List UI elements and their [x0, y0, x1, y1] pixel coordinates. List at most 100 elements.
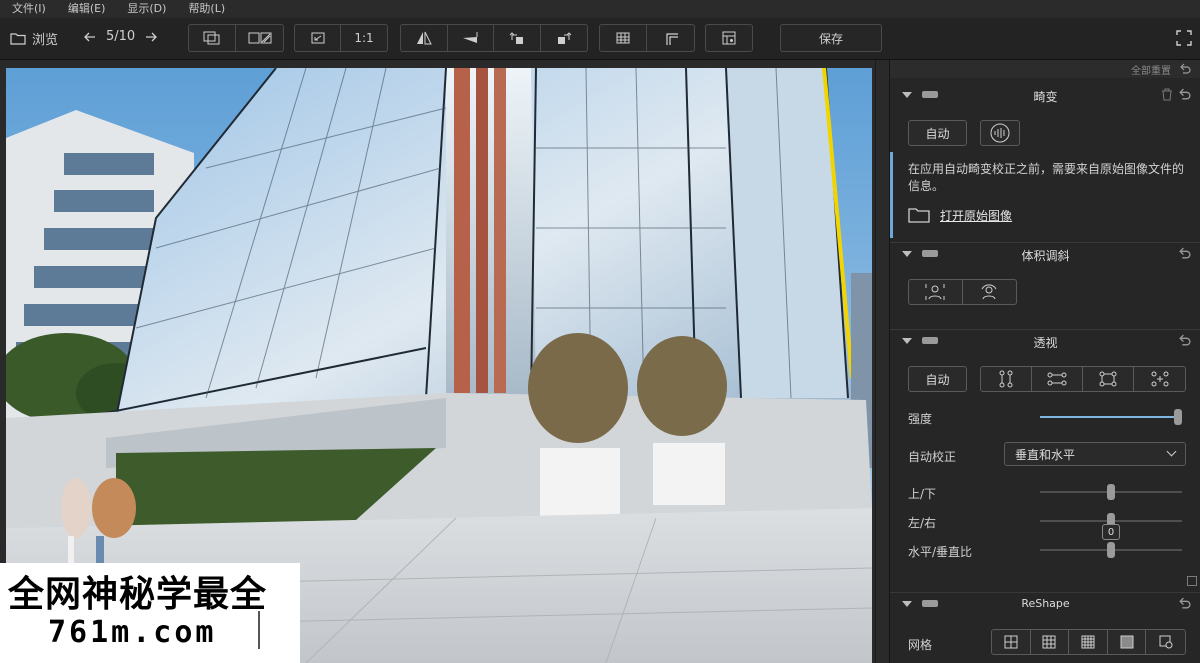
updown-slider-knob[interactable]	[1107, 484, 1115, 500]
section-reshape-header[interactable]: ReShape	[890, 592, 1200, 614]
panel-header: 全部重置	[890, 60, 1200, 78]
overlay-compare-icon	[203, 31, 220, 45]
grid-4x4-button[interactable]	[1069, 630, 1108, 654]
info-accent-bar	[890, 152, 893, 238]
menu-file[interactable]: 文件(I)	[12, 2, 46, 16]
section-volume-header[interactable]: 体积调斜	[890, 242, 1200, 264]
add-points-icon	[1151, 371, 1168, 387]
flip-horizontal-button[interactable]	[401, 25, 448, 51]
distortion-info-text: 在应用自动畸变校正之前，需要来自原始图像文件的信息。	[908, 162, 1185, 193]
fit-screen-icon	[311, 32, 324, 44]
adjustments-panel: 全部重置 畸变 自动 在应用自动畸变校正之前，需要来自原始图像文件的信息。 打开…	[889, 60, 1200, 663]
browse-button[interactable]: 浏览	[10, 29, 58, 48]
trash-icon[interactable]	[1161, 88, 1173, 101]
grid-fine-button[interactable]	[1108, 630, 1147, 654]
undo-icon[interactable]	[1179, 63, 1191, 75]
grid-2x2-button[interactable]	[992, 630, 1031, 654]
ratio-slider-knob[interactable]	[1107, 542, 1115, 558]
browse-label: 浏览	[32, 33, 59, 48]
grid-3x3-button[interactable]	[1031, 630, 1070, 654]
fit-screen-button[interactable]	[295, 25, 341, 51]
ratio-slider[interactable]	[1040, 542, 1182, 558]
zoom-1to1-button[interactable]: 1:1	[341, 25, 387, 51]
compare-view-group	[188, 24, 284, 52]
grid-overlay-button[interactable]	[600, 25, 647, 51]
transform-group	[400, 24, 588, 52]
toolbar: 浏览 5/10 1:1 保存	[0, 18, 1200, 60]
flip-vertical-icon	[463, 32, 478, 43]
canvas-scrollbar[interactable]	[875, 60, 889, 663]
layout-settings-icon	[722, 31, 736, 45]
save-button[interactable]: 保存	[780, 24, 882, 52]
grid-fine-icon	[1120, 635, 1134, 649]
undo-icon[interactable]	[1178, 88, 1191, 101]
volume-spherical-button[interactable]	[963, 280, 1017, 304]
grid-label: 网格	[908, 638, 933, 652]
arrow-left-icon[interactable]	[84, 31, 96, 43]
undo-icon[interactable]	[1178, 597, 1191, 610]
folder-open-icon	[908, 208, 930, 223]
perspective-horizontal-button[interactable]	[1032, 367, 1083, 391]
lens-wave-icon	[990, 123, 1010, 143]
perspective-mode-group	[980, 366, 1186, 392]
updown-slider[interactable]	[1040, 484, 1182, 500]
settings-group	[705, 24, 753, 52]
grid-icon	[616, 32, 630, 44]
ratio-label: 水平/垂直比	[908, 545, 973, 559]
open-raw-link[interactable]: 打开原始图像	[940, 207, 1012, 224]
grid-settings-button[interactable]	[1146, 630, 1185, 654]
rectangle-points-icon	[1099, 371, 1117, 387]
image-position: 5/10	[106, 29, 136, 44]
layout-settings-button[interactable]	[706, 25, 752, 51]
fullscreen-icon[interactable]	[1176, 30, 1192, 46]
zoom-group: 1:1	[294, 24, 388, 52]
autofix-label: 自动校正	[908, 450, 957, 464]
strength-label: 强度	[908, 412, 933, 426]
compare-split-button[interactable]	[236, 25, 283, 51]
arrow-right-icon[interactable]	[145, 31, 158, 43]
chevron-down-icon	[1166, 446, 1177, 457]
perspective-auto-button[interactable]: 自动	[908, 366, 967, 392]
updown-label: 上/下	[908, 487, 937, 501]
menu-view[interactable]: 显示(D)	[127, 2, 166, 16]
leftright-label: 左/右	[908, 516, 937, 530]
watermark-line1: 全网神秘学最全	[8, 574, 268, 615]
reset-all-label[interactable]: 全部重置	[1131, 62, 1171, 77]
undo-icon[interactable]	[1178, 334, 1191, 347]
section-perspective-title: 透视	[1033, 336, 1058, 350]
split-compare-icon	[248, 32, 271, 44]
person-frame-icon	[925, 284, 945, 300]
panel-scroll-indicator[interactable]	[1187, 576, 1197, 586]
distortion-auto-button[interactable]: 自动	[908, 120, 967, 146]
strength-slider[interactable]	[1040, 409, 1182, 425]
volume-mode-group	[908, 279, 1017, 305]
lens-profile-button[interactable]	[980, 120, 1020, 146]
undo-icon[interactable]	[1178, 247, 1191, 260]
rotate-right-button[interactable]	[541, 25, 587, 51]
compare-overlay-button[interactable]	[189, 25, 236, 51]
section-reshape-title: ReShape	[1021, 597, 1070, 610]
perspective-rectangle-button[interactable]	[1083, 367, 1134, 391]
perspective-points-button[interactable]	[1134, 367, 1185, 391]
grid-3x3-icon	[1042, 635, 1056, 649]
vertical-lines-icon	[999, 370, 1013, 388]
menu-help[interactable]: 帮助(L)	[188, 2, 225, 16]
strength-slider-knob[interactable]	[1174, 409, 1182, 425]
menu-bar: 文件(I) 编辑(E) 显示(D) 帮助(L)	[0, 0, 1200, 18]
autofix-select[interactable]: 垂直和水平	[1004, 442, 1186, 466]
rotate-left-icon	[509, 32, 523, 44]
leftright-slider[interactable]	[1040, 513, 1182, 529]
flip-vertical-button[interactable]	[448, 25, 494, 51]
leftright-value-box[interactable]: 0	[1102, 524, 1120, 540]
section-distortion-header[interactable]: 畸变	[890, 84, 1200, 106]
crop-guide-button[interactable]	[647, 25, 694, 51]
rotate-left-button[interactable]	[494, 25, 541, 51]
section-volume-title: 体积调斜	[1021, 249, 1070, 263]
menu-edit[interactable]: 编辑(E)	[68, 2, 106, 16]
folder-icon	[10, 33, 26, 45]
overlay-group	[599, 24, 695, 52]
perspective-vertical-button[interactable]	[981, 367, 1032, 391]
image-navigator: 5/10	[84, 29, 158, 44]
volume-cylindrical-button[interactable]	[909, 280, 963, 304]
section-perspective-header[interactable]: 透视	[890, 329, 1200, 351]
